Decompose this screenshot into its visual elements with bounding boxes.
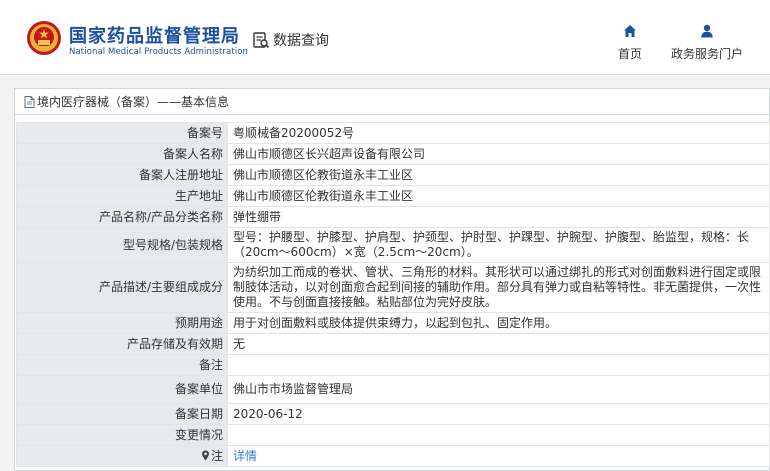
row-label: 备案人名称 <box>16 143 228 165</box>
panel-header: 境内医疗器械（备案）——基本信息 <box>15 89 769 115</box>
row-value <box>227 354 770 376</box>
nav-service-portal[interactable]: 政务服务门户 <box>664 24 750 62</box>
row-label: 产品描述/主要组成成分 <box>16 262 228 313</box>
row-label: 生产地址 <box>16 185 228 207</box>
row-value: 无 <box>227 333 770 355</box>
pin-icon <box>201 450 209 460</box>
data-query-link[interactable]: 数据查询 <box>252 30 329 50</box>
table-row: 备案号 粤顺械备20200052号 <box>16 122 770 144</box>
row-value: 型号：护腰型、护膝型、护肩型、护颈型、护肘型、护踝型、护腕型、护腹型、胎监型，规… <box>227 227 770 263</box>
row-label: 产品名称/产品分类名称 <box>16 206 228 228</box>
table-row: 预期用途 用于对创面敷料或肢体提供束缚力，以起到包扎、固定作用。 <box>16 312 770 334</box>
row-label: 备案号 <box>16 122 228 144</box>
table-row: 变更情况 <box>16 424 770 446</box>
table-row: 产品存储及有效期 无 <box>16 333 770 355</box>
table-row: 产品描述/主要组成成分 为纺织加工而成的卷状、管状、三角形的材料。其形状可以通过… <box>16 262 770 313</box>
row-label: 备注 <box>16 354 228 376</box>
site-header: 国家药品监督管理局 National Medical Products Admi… <box>0 0 770 75</box>
row-value: 佛山市市场监督管理局 <box>227 375 770 404</box>
row-label-note: 注 <box>16 445 228 467</box>
brand-title-cn: 国家药品监督管理局 <box>69 26 240 47</box>
data-query-label: 数据查询 <box>273 33 329 49</box>
national-emblem-icon <box>27 21 61 55</box>
table-row: 备案人名称 佛山市顺德区长兴超声设备有限公司 <box>16 143 770 165</box>
row-label: 备案单位 <box>16 375 228 404</box>
table-row: 备案人注册地址 佛山市顺德区伦教街道永丰工业区 <box>16 164 770 186</box>
row-label: 备案人注册地址 <box>16 164 228 186</box>
details-link[interactable]: 详情 <box>233 449 257 463</box>
row-value <box>227 424 770 446</box>
document-icon <box>24 95 35 108</box>
row-label: 变更情况 <box>16 424 228 446</box>
detail-table: 备案号 粤顺械备20200052号 备案人名称 佛山市顺德区长兴超声设备有限公司… <box>16 122 770 467</box>
table-row: 产品名称/产品分类名称 弹性绷带 <box>16 206 770 228</box>
row-value: 粤顺械备20200052号 <box>227 122 770 144</box>
row-value: 佛山市顺德区长兴超声设备有限公司 <box>227 143 770 165</box>
note-label: 注 <box>210 448 223 463</box>
table-row: 型号规格/包装规格 型号：护腰型、护膝型、护肩型、护颈型、护肘型、护踝型、护腕型… <box>16 227 770 263</box>
data-query-icon <box>253 32 270 49</box>
row-label: 型号规格/包装规格 <box>16 227 228 263</box>
row-value: 佛山市顺德区伦教街道永丰工业区 <box>227 164 770 186</box>
row-label: 备案日期 <box>16 403 228 425</box>
row-value: 弹性绷带 <box>227 206 770 228</box>
row-label: 预期用途 <box>16 312 228 334</box>
table-row: 备注 <box>16 354 770 376</box>
row-label: 产品存储及有效期 <box>16 333 228 355</box>
table-row: 注 详情 <box>16 445 770 467</box>
table-row: 备案单位 佛山市市场监督管理局 <box>16 375 770 404</box>
table-row: 备案日期 2020-06-12 <box>16 403 770 425</box>
row-value: 为纺织加工而成的卷状、管状、三角形的材料。其形状可以通过绑扎的形式对创面敷料进行… <box>227 262 770 313</box>
row-value: 用于对创面敷料或肢体提供束缚力，以起到包扎、固定作用。 <box>227 312 770 334</box>
home-icon <box>624 25 636 37</box>
user-icon <box>701 24 713 38</box>
panel-title: 境内医疗器械（备案）——基本信息 <box>37 95 230 109</box>
nav-home-label: 首页 <box>617 47 642 61</box>
nav-home[interactable]: 首页 <box>614 24 646 62</box>
nav-portal-label: 政务服务门户 <box>670 47 743 61</box>
row-value: 佛山市顺德区伦教街道永丰工业区 <box>227 185 770 207</box>
table-row: 生产地址 佛山市顺德区伦教街道永丰工业区 <box>16 185 770 207</box>
row-value: 2020-06-12 <box>227 403 770 425</box>
brand-title-en: National Medical Products Administration <box>69 47 248 57</box>
row-value: 详情 <box>227 445 770 467</box>
